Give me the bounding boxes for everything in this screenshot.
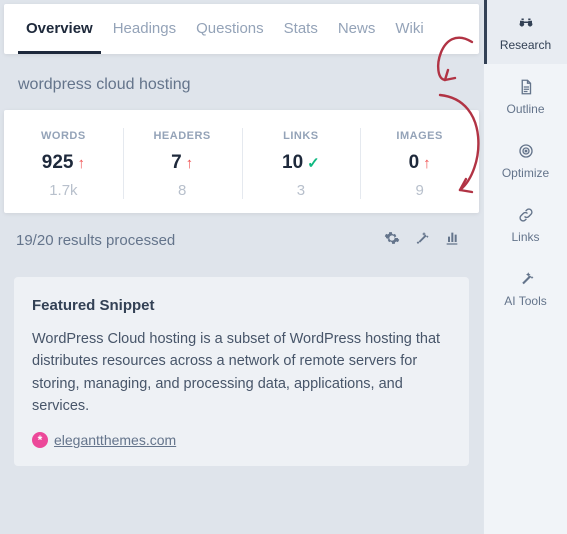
stat-value: 7 — [171, 152, 182, 174]
right-sidebar: Research Outline Optimize Links AI Tools — [483, 0, 567, 534]
source-badge-icon: * — [32, 432, 48, 448]
stat-label: IMAGES — [364, 130, 475, 142]
tabs-card: Overview Headings Questions Stats News W… — [4, 4, 479, 54]
results-progress: 19/20 results processed — [16, 232, 175, 249]
sidebar-item-label: Links — [511, 230, 539, 244]
snippet-source-link[interactable]: elegantthemes.com — [54, 432, 176, 448]
arrow-up-icon: ↑ — [77, 155, 85, 172]
stat-value: 10 — [282, 152, 303, 174]
stat-value: 925 — [42, 152, 74, 174]
gear-icon — [384, 230, 400, 250]
sidebar-item-optimize[interactable]: Optimize — [484, 128, 567, 192]
check-icon: ✓ — [307, 154, 320, 172]
settings-button[interactable] — [377, 225, 407, 255]
arrow-up-icon: ↑ — [186, 155, 194, 172]
stat-label: HEADERS — [127, 130, 238, 142]
stat-images: IMAGES 0 ↑ 9 — [360, 110, 479, 213]
stat-target: 1.7k — [8, 182, 119, 199]
stat-label: WORDS — [8, 130, 119, 142]
sidebar-item-links[interactable]: Links — [484, 192, 567, 256]
tab-news[interactable]: News — [330, 18, 384, 54]
snippet-title: Featured Snippet — [32, 297, 451, 314]
stats-card: WORDS 925 ↑ 1.7k HEADERS 7 ↑ 8 LINKS 10 — [4, 110, 479, 213]
sidebar-item-label: Outline — [506, 102, 544, 116]
tab-wiki[interactable]: Wiki — [387, 18, 431, 54]
arrow-up-icon: ↑ — [423, 155, 431, 172]
file-icon — [517, 78, 535, 96]
chart-button[interactable] — [437, 225, 467, 255]
snippet-body: WordPress Cloud hosting is a subset of W… — [32, 328, 451, 418]
sidebar-item-label: AI Tools — [504, 294, 546, 308]
target-icon — [517, 142, 535, 160]
tab-headings[interactable]: Headings — [105, 18, 184, 54]
binoculars-icon — [517, 14, 535, 32]
stat-target: 8 — [127, 182, 238, 199]
sidebar-item-label: Research — [500, 38, 551, 52]
sidebar-item-ai-tools[interactable]: AI Tools — [484, 256, 567, 320]
stat-headers: HEADERS 7 ↑ 8 — [123, 110, 242, 213]
magic-button[interactable] — [407, 225, 437, 255]
tab-stats[interactable]: Stats — [276, 18, 326, 54]
stat-words: WORDS 925 ↑ 1.7k — [4, 110, 123, 213]
stat-value: 0 — [409, 152, 420, 174]
bar-chart-icon — [444, 230, 460, 250]
tab-overview[interactable]: Overview — [18, 18, 101, 54]
search-query: wordpress cloud hosting — [0, 54, 483, 100]
sidebar-item-label: Optimize — [502, 166, 549, 180]
tab-questions[interactable]: Questions — [188, 18, 272, 54]
sidebar-item-outline[interactable]: Outline — [484, 64, 567, 128]
content-tabs: Overview Headings Questions Stats News W… — [4, 4, 479, 54]
featured-snippet: Featured Snippet WordPress Cloud hosting… — [14, 277, 469, 466]
wand-icon — [517, 270, 535, 288]
stat-links: LINKS 10 ✓ 3 — [242, 110, 361, 213]
sidebar-item-research[interactable]: Research — [484, 0, 567, 64]
stat-target: 9 — [364, 182, 475, 199]
stat-target: 3 — [246, 182, 357, 199]
stat-label: LINKS — [246, 130, 357, 142]
link-icon — [517, 206, 535, 224]
wand-icon — [414, 230, 430, 250]
